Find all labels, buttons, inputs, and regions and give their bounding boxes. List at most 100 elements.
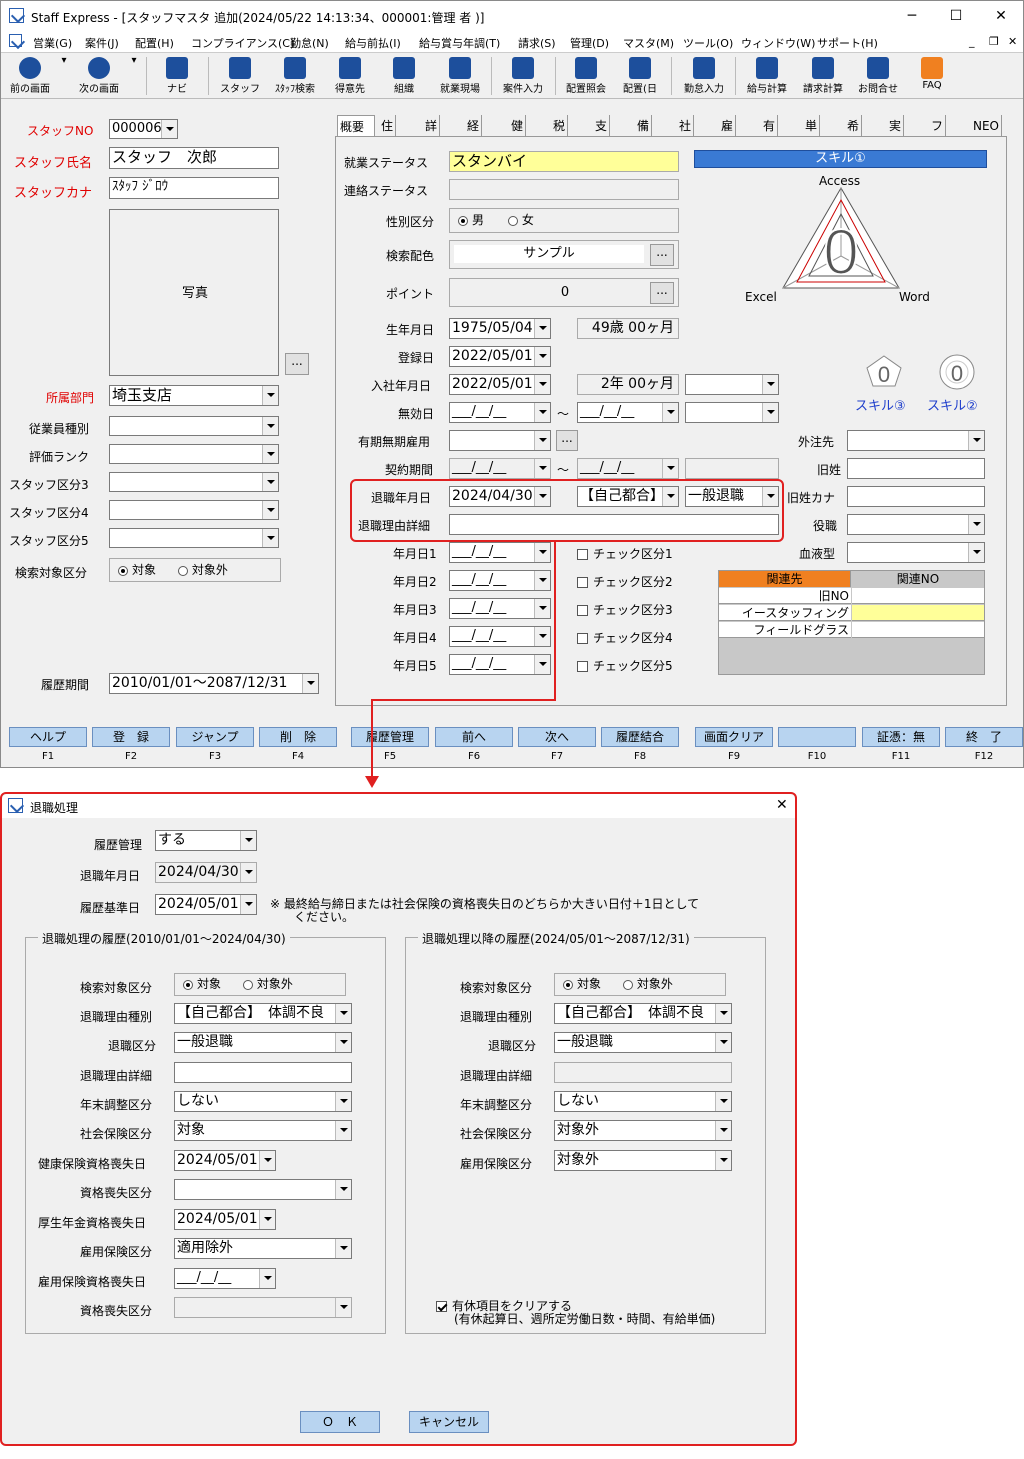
inquiry-button[interactable]: お問合せ (853, 55, 903, 97)
staff-class5-select[interactable] (109, 528, 279, 548)
hist-mgmt-select[interactable]: する (155, 830, 257, 851)
tab-paid-leave[interactable]: 有休 (761, 115, 779, 155)
g1-reason-select[interactable]: 【自己都合】 体調不良 (174, 1003, 352, 1024)
tab-health[interactable]: 健診 (509, 115, 527, 155)
f11-evidence-button[interactable]: 証憑：無 (862, 727, 940, 747)
menu-item[interactable]: ツール(O) (683, 35, 733, 51)
join-extra-select[interactable] (685, 374, 779, 395)
maximize-button[interactable]: ☐ (941, 6, 971, 26)
contract-to-select[interactable]: ___/__/__ (577, 458, 679, 479)
related-row-value[interactable] (852, 588, 984, 604)
staff-kana-input[interactable]: ｽﾀｯﾌ ｼﾞﾛｳ (109, 177, 279, 199)
tab-tax[interactable]: 税金 (551, 115, 569, 155)
menu-item[interactable]: ウィンドウ(W) (741, 35, 815, 51)
menu-item[interactable]: サポート(H) (817, 35, 878, 51)
f3-jump-button[interactable]: ジャンプ (176, 727, 254, 747)
g1-detail-input[interactable] (174, 1062, 352, 1083)
menu-item[interactable]: 請求(S) (518, 35, 556, 51)
assignment-day-button[interactable]: 配置(日 (615, 55, 665, 97)
employee-type-select[interactable] (109, 416, 279, 436)
photo-browse-button[interactable]: ... (285, 353, 309, 375)
check5[interactable]: チェック区分5 (577, 657, 673, 674)
base-date-select[interactable]: 2024/05/01 (155, 894, 257, 915)
retire-date-select[interactable]: 2024/04/30 (449, 486, 551, 507)
menu-item[interactable]: 勤怠(N) (290, 35, 329, 51)
skill1-header[interactable]: スキル① (694, 150, 987, 168)
back-dropdown[interactable]: ▾ (59, 55, 69, 97)
menu-item[interactable]: コンプライアンス(C) (191, 35, 294, 51)
dialog-close-button[interactable]: ✕ (776, 797, 788, 813)
staff-search-button[interactable]: ｽﾀｯﾌ検索 (267, 55, 323, 97)
term-employment-select[interactable] (449, 430, 551, 451)
g2-year-end-select[interactable]: しない (554, 1091, 732, 1112)
birth-date-select[interactable]: 1975/05/04 (449, 318, 551, 339)
tab-address[interactable]: 住所 (379, 115, 397, 155)
outsource-select[interactable] (847, 430, 985, 451)
g2-target-radio[interactable]: 対象 (563, 977, 601, 991)
g1-health-loss-select[interactable]: 2024/05/01 (174, 1150, 276, 1171)
g1-social-select[interactable]: 対象 (174, 1120, 352, 1141)
invalid-to-select[interactable]: ___/__/__ (577, 402, 679, 423)
close-button[interactable]: ✕ (986, 6, 1016, 26)
org-button[interactable]: 組織 (381, 55, 427, 97)
minimize-button[interactable]: ─ (897, 6, 927, 26)
menu-item[interactable]: 管理(D) (570, 35, 609, 51)
skill3-mini-chart-icon[interactable]: 0 (865, 354, 903, 388)
target-radio[interactable]: 対象 (118, 563, 156, 577)
ok-button[interactable]: Ｏ Ｋ (300, 1411, 380, 1433)
term-employment-button[interactable]: ... (556, 430, 578, 451)
menu-item[interactable]: 給与賞与年調(T) (419, 35, 500, 51)
customer-button[interactable]: 得意先 (327, 55, 373, 97)
tab-file[interactable]: ファイル (929, 115, 947, 199)
forward-button[interactable]: 次の画面 (73, 55, 125, 97)
g2-nontarget-radio[interactable]: 対象外 (622, 977, 673, 991)
check2[interactable]: チェック区分2 (577, 573, 673, 590)
nontarget-radio[interactable]: 対象外 (177, 563, 228, 577)
g2-kind-select[interactable]: 一般退職 (554, 1032, 732, 1053)
position-select[interactable] (847, 514, 985, 535)
payroll-button[interactable]: 給与計算 (741, 55, 793, 97)
tab-neo[interactable]: NEO (971, 115, 1003, 137)
worksite-button[interactable]: 就業現場 (433, 55, 487, 97)
rank-select[interactable] (109, 444, 279, 464)
back-button[interactable]: 前の画面 (5, 55, 55, 97)
blood-type-select[interactable] (847, 542, 985, 563)
menu-item[interactable]: マスタ(M) (623, 35, 674, 51)
tab-wish[interactable]: 希望 (845, 115, 863, 155)
navi-button[interactable]: ナビ (153, 55, 201, 97)
forward-dropdown[interactable]: ▾ (129, 55, 139, 97)
g2-ei-select[interactable]: 対象外 (554, 1150, 732, 1171)
g1-year-end-select[interactable]: しない (174, 1091, 352, 1112)
contact-status-field[interactable] (449, 179, 679, 200)
mdi-restore[interactable]: ❐ (989, 35, 999, 48)
f2-register-button[interactable]: 登 録 (92, 727, 170, 747)
tab-notes[interactable]: 備考 (635, 115, 653, 155)
skill3-link[interactable]: スキル③ (855, 395, 906, 414)
g1-kind-select[interactable]: 一般退職 (174, 1032, 352, 1053)
billing-button[interactable]: 請求計算 (797, 55, 849, 97)
f4-delete-button[interactable]: 削 除 (259, 727, 337, 747)
registration-date-select[interactable]: 2022/05/01 (449, 346, 551, 367)
attendance-button[interactable]: 勤怠入力 (677, 55, 731, 97)
g1-ei-select[interactable]: 適用除外 (174, 1238, 352, 1259)
work-status-field[interactable]: スタンバイ (449, 151, 679, 172)
dept-select[interactable]: 埼玉支店 (109, 385, 279, 406)
menu-item[interactable]: 営業(G) (33, 35, 72, 51)
clear-leave-checkbox[interactable]: 有休項目をクリアする (有休起算日、週所定労働日数・時間、有給単価) (436, 1300, 715, 1326)
f1-help-button[interactable]: ヘルプ (9, 727, 87, 747)
cancel-button[interactable]: キャンセル (409, 1411, 489, 1433)
g1-ei-loss-select[interactable]: ___/__/__ (174, 1268, 276, 1289)
tab-unit-price[interactable]: 単価 (803, 115, 821, 155)
tab-career[interactable]: 経歴 (465, 115, 483, 155)
f8-merge-button[interactable]: 履歴結合 (601, 727, 679, 747)
f9-clear-button[interactable]: 画面クリア (695, 727, 773, 747)
retire-detail-input[interactable] (449, 514, 779, 535)
search-color-button[interactable]: ... (650, 244, 674, 266)
staff-class3-select[interactable] (109, 472, 279, 492)
staff-no-select[interactable]: 000006 (109, 119, 178, 139)
g2-social-select[interactable]: 対象外 (554, 1120, 732, 1141)
f10-button[interactable] (778, 727, 856, 747)
invalid-extra-select[interactable] (685, 402, 779, 423)
old-name-input[interactable] (847, 458, 985, 479)
skill2-link[interactable]: スキル② (927, 395, 978, 414)
